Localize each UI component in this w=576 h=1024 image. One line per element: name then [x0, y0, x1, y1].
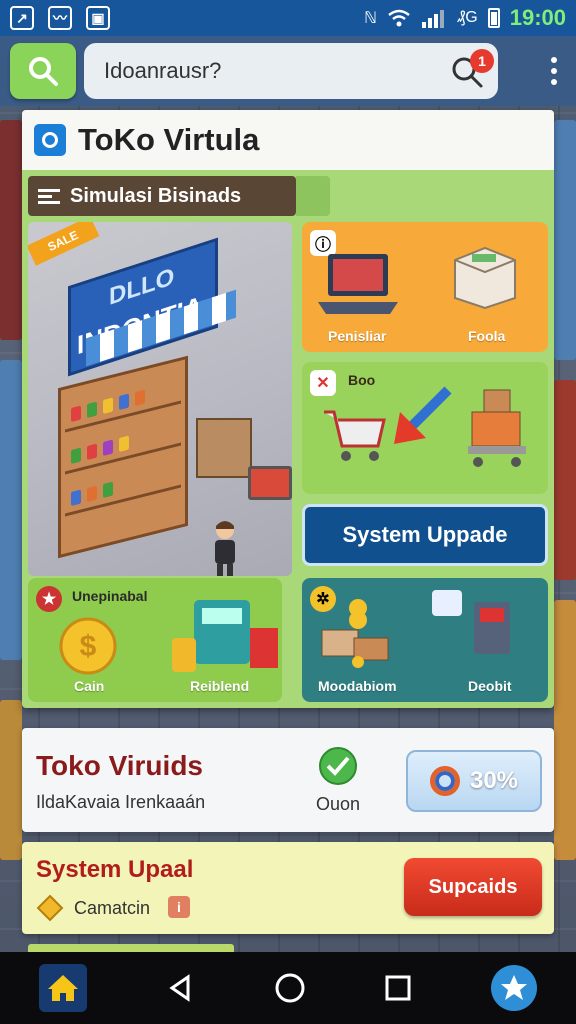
- store-info-title: Toko Viruids: [36, 750, 203, 781]
- search-icon: [29, 57, 58, 86]
- tile-coins-header: Unepinabal: [72, 588, 148, 604]
- tile-coins-left-label: Cain: [74, 678, 105, 694]
- home-icon: [48, 975, 79, 1001]
- signal-icon: [421, 10, 444, 28]
- checkmark-icon: [319, 747, 357, 785]
- laptop-icon: [318, 254, 398, 314]
- system-update-card[interactable]: System Upaal Camatcin i Supcaids: [22, 842, 554, 934]
- system-update-subtitle: Camatcin: [74, 898, 151, 918]
- transfer-arrow-icon: [394, 386, 452, 444]
- store-info-subtitle: IldaKavaia Irenkaaán: [36, 792, 206, 812]
- page-title: ToKo Virtula: [78, 122, 260, 157]
- simulation-label: Simulasi Bisinads: [70, 184, 242, 207]
- app-notification-icon: ↗: [10, 6, 34, 30]
- system-update-title: System Upaal: [36, 856, 194, 883]
- tile-laptop-label: Penisliar: [328, 328, 387, 344]
- tile-shipping-right-label: Deobit: [468, 678, 512, 694]
- wifi-icon: [388, 9, 410, 27]
- carrier-label: ₰G: [456, 9, 478, 26]
- menu-icon: [38, 188, 60, 204]
- home-circle-icon[interactable]: [274, 972, 306, 1004]
- status-bar: ↗ 〰 ▣ ℕ ₰G 19:00: [0, 0, 576, 36]
- close-badge-icon: ✕: [310, 370, 336, 396]
- tile-box-label: Foola: [468, 328, 506, 344]
- info-icon[interactable]: i: [168, 896, 190, 918]
- tile-coins-right-label: Reiblend: [190, 678, 250, 694]
- shopper-figure: [215, 521, 235, 576]
- recents-icon[interactable]: [384, 974, 412, 1002]
- search-field[interactable]: 1: [84, 43, 498, 99]
- next-card-peek: [28, 944, 234, 952]
- system-upgrade-button[interactable]: System Uppade: [302, 504, 548, 566]
- diamond-icon: [36, 894, 64, 922]
- tile-coins[interactable]: ★ Unepinabal $ Cain Reiblend: [28, 578, 282, 702]
- dollar-coin-icon: $: [59, 617, 117, 675]
- tile-cart-transfer[interactable]: ✕ Boo: [302, 362, 548, 494]
- progress-ring-icon: [429, 766, 460, 796]
- svg-text:$: $: [80, 630, 97, 663]
- tile-badge-label: Boo: [348, 372, 376, 388]
- tile-shipping-left-label: Moodabiom: [318, 678, 397, 694]
- atm-icon: [432, 590, 510, 654]
- sale-ribbon: SALE: [28, 222, 100, 266]
- back-icon[interactable]: [166, 973, 196, 1003]
- star-badge-icon: ★: [36, 586, 62, 612]
- upgrade-action-button[interactable]: Supcaids: [404, 858, 542, 916]
- register-counter: [196, 418, 252, 478]
- image-notification-icon: ▣: [86, 6, 110, 30]
- store-shelf: [58, 355, 188, 559]
- star-icon: [500, 975, 527, 1000]
- cash-register-icon: [172, 600, 278, 672]
- network-indicator: ℕ: [364, 10, 377, 27]
- app-logo-icon: [34, 124, 66, 156]
- search-button[interactable]: [10, 43, 76, 99]
- box-icon: [454, 246, 516, 310]
- tile-laptop-box[interactable]: ⓘ Penisliar Foola: [302, 222, 548, 352]
- banner-tail: [296, 176, 330, 216]
- cart-left-icon: [324, 410, 386, 461]
- simulation-menu-button[interactable]: Simulasi Bisinads: [28, 176, 296, 216]
- cart-right-icon: [468, 389, 526, 467]
- battery-icon: [487, 8, 500, 28]
- tile-shipping[interactable]: ✲ Moodabiom Deobit: [302, 578, 548, 702]
- progress-button[interactable]: 30%: [406, 750, 542, 812]
- notification-badge: 1: [470, 49, 494, 73]
- overflow-menu-button[interactable]: [542, 57, 566, 85]
- favorites-button[interactable]: [490, 965, 537, 1011]
- search-input[interactable]: [102, 57, 442, 85]
- navigation-bar: [0, 952, 576, 1024]
- home-button[interactable]: [39, 964, 88, 1012]
- store-info-card[interactable]: Toko Viruids IldaKavaia Irenkaaán Ouon 3…: [22, 728, 554, 832]
- main-card: ToKo Virtula Simulasi Bisinads SALE DLLO…: [22, 110, 554, 708]
- cart-icon: [248, 466, 292, 500]
- clock: 19:00: [509, 5, 566, 30]
- search-toolbar: 1: [0, 36, 576, 106]
- store-scene[interactable]: SALE DLLO INDONTIA: [28, 222, 292, 576]
- progress-percent: 30%: [469, 767, 519, 794]
- store-status-label: Ouon: [316, 794, 361, 814]
- card-header: ToKo Virtula: [22, 110, 554, 170]
- chart-notification-icon: 〰: [48, 6, 72, 30]
- boxes-coins-icon: [321, 599, 389, 668]
